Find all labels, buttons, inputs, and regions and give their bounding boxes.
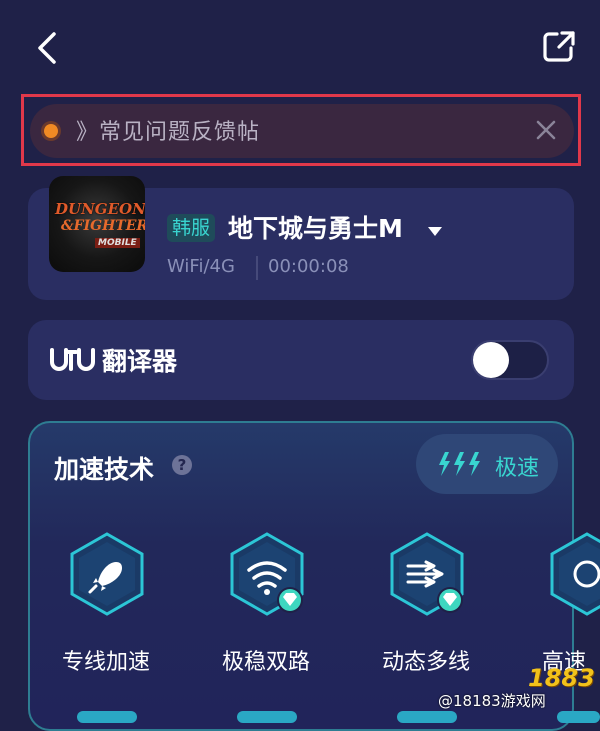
feature-dynamic-multiline[interactable] xyxy=(382,528,472,624)
feature-indicator xyxy=(237,711,297,723)
watermark-text: @18183游戏网 xyxy=(438,692,546,710)
server-badge: 韩服 xyxy=(167,214,216,242)
feature-dual-path[interactable] xyxy=(222,528,312,624)
network-type: WiFi/4G xyxy=(167,256,235,277)
highspeed-icon xyxy=(550,532,600,616)
chevron-left-icon xyxy=(38,32,56,64)
share-button[interactable] xyxy=(540,26,580,66)
feature-indicator xyxy=(77,711,137,723)
acceleration-title: 加速技术 xyxy=(54,455,155,484)
multi-route-icon xyxy=(390,532,464,616)
watermark-logo: 1883 xyxy=(528,664,595,692)
logo-text-line1: DUNGEON xyxy=(55,200,145,218)
caret-down-icon[interactable] xyxy=(428,222,442,236)
feature-highspeed[interactable] xyxy=(542,528,600,624)
elapsed-timer: 00:00:08 xyxy=(268,256,349,277)
wifi-signal-icon xyxy=(230,532,304,616)
feature-label: 专线加速 xyxy=(62,650,151,675)
lightning-bolts-icon xyxy=(436,450,486,478)
game-name[interactable]: 地下城与勇士M xyxy=(228,209,403,245)
help-icon[interactable]: ? xyxy=(172,455,192,475)
feature-indicator xyxy=(397,711,457,723)
feature-label: 动态多线 xyxy=(382,650,471,675)
highlight-box xyxy=(21,94,581,166)
rocket-icon xyxy=(70,532,144,616)
logo-text-line3: MOBILE xyxy=(95,238,140,248)
feature-indicator xyxy=(557,711,600,723)
speed-mode-label: 极速 xyxy=(495,456,540,481)
toggle-knob[interactable] xyxy=(473,342,509,378)
share-external-icon xyxy=(543,31,575,62)
translator-logo-icon xyxy=(49,347,95,373)
back-button[interactable] xyxy=(28,28,68,68)
logo-text-line2: &FIGHTER xyxy=(61,218,145,234)
feature-label: 极稳双路 xyxy=(222,650,311,675)
translator-label: 翻译器 xyxy=(102,347,178,376)
divider xyxy=(256,256,258,280)
feature-dedicated-line[interactable] xyxy=(62,528,152,624)
game-logo: DUNGEON &FIGHTER MOBILE xyxy=(49,176,145,272)
